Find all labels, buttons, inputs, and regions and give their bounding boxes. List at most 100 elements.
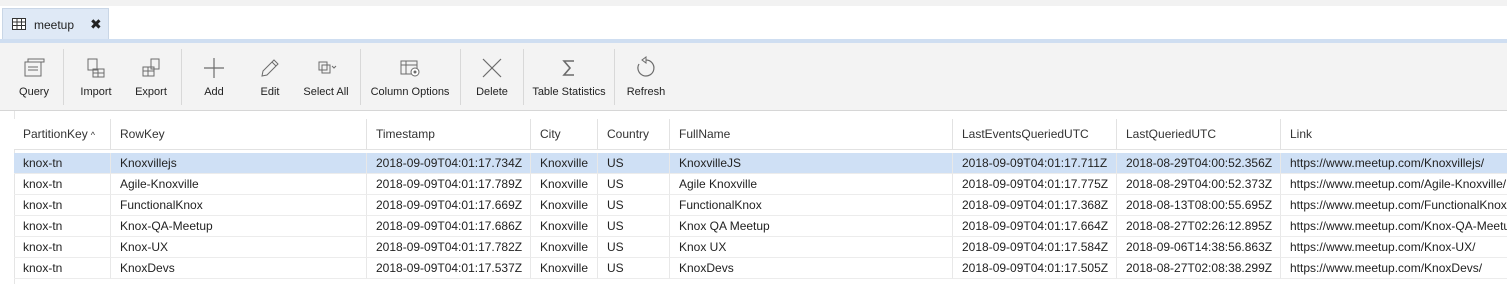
cell-fullname[interactable]: KnoxvilleJS [670,153,953,174]
column-header-city[interactable]: City [531,119,598,149]
table-row[interactable]: knox-tn FunctionalKnox 2018-09-09T04:01:17… [14,195,1507,216]
entity-table: PartitionKey ^ RowKey Timestamp City Coun… [0,111,1507,284]
cell-city[interactable]: Knoxville [531,195,598,216]
row-gutter [0,111,15,284]
cell-timestamp[interactable]: 2018-09-09T04:01:17.789Z [367,174,531,195]
toolbar-separator [181,49,182,105]
cell-lasteventsqueriedutc[interactable]: 2018-09-09T04:01:17.505Z [953,258,1117,279]
table-icon [12,18,26,33]
cell-rowkey[interactable]: Knoxvillejs [111,153,367,174]
refresh-icon [637,56,655,77]
cell-country[interactable]: US [598,216,670,237]
table-row[interactable]: knox-tn Agile-Knoxville 2018-09-09T04:01:1… [14,174,1507,195]
cell-partitionkey[interactable]: knox-tn [14,195,111,216]
cell-link[interactable]: https://www.meetup.com/KnoxDevs/ [1281,258,1507,279]
export-icon [142,58,160,77]
delete-button[interactable]: Delete [470,43,514,111]
add-label: Add [204,86,224,98]
toolbar-separator [614,49,615,105]
table-statistics-button[interactable]: Table Statistics [532,43,606,111]
cell-fullname[interactable]: FunctionalKnox [670,195,953,216]
cell-country[interactable]: US [598,258,670,279]
column-options-label: Column Options [370,86,450,98]
table-row[interactable]: knox-tn Knox-QA-Meetup 2018-09-09T04:01:17… [14,216,1507,237]
edit-button[interactable]: Edit [248,43,292,111]
cell-lasteventsqueriedutc[interactable]: 2018-09-09T04:01:17.711Z [953,153,1117,174]
export-label: Export [135,86,167,98]
cell-link[interactable]: https://www.meetup.com/Knox-QA-Meetup/ [1281,216,1507,237]
query-label: Query [19,86,49,98]
cell-lasteventsqueriedutc[interactable]: 2018-09-09T04:01:17.584Z [953,237,1117,258]
cell-timestamp[interactable]: 2018-09-09T04:01:17.734Z [367,153,531,174]
cell-city[interactable]: Knoxville [531,153,598,174]
cell-lasteventsqueriedutc[interactable]: 2018-09-09T04:01:17.775Z [953,174,1117,195]
column-header-link[interactable]: Link [1281,119,1507,149]
cell-partitionkey[interactable]: knox-tn [14,153,111,174]
table-row[interactable]: knox-tn Knoxvillejs 2018-09-09T04:01:17.73… [14,153,1507,174]
cell-timestamp[interactable]: 2018-09-09T04:01:17.782Z [367,237,531,258]
cell-city[interactable]: Knoxville [531,237,598,258]
select-all-button[interactable]: Select All [302,43,350,111]
add-icon [204,58,224,78]
close-icon[interactable]: ✖ [90,16,102,33]
export-button[interactable]: Export [128,43,174,111]
cell-partitionkey[interactable]: knox-tn [14,216,111,237]
table-header: PartitionKey ^ RowKey Timestamp City Coun… [14,119,1507,150]
cell-link[interactable]: https://www.meetup.com/Knox-UX/ [1281,237,1507,258]
cell-timestamp[interactable]: 2018-09-09T04:01:17.537Z [367,258,531,279]
column-options-button[interactable]: Column Options [368,43,452,111]
table-row[interactable]: knox-tn KnoxDevs 2018-09-09T04:01:17.537Z K… [14,258,1507,279]
cell-timestamp[interactable]: 2018-09-09T04:01:17.686Z [367,216,531,237]
cell-city[interactable]: Knoxville [531,174,598,195]
import-label: Import [80,86,112,98]
cell-city[interactable]: Knoxville [531,258,598,279]
edit-label: Edit [260,86,280,98]
column-header-lastqueriedutc[interactable]: LastQueriedUTC [1117,119,1281,149]
cell-link[interactable]: https://www.meetup.com/Agile-Knoxville/ [1281,174,1507,195]
cell-lastqueriedutc[interactable]: 2018-08-13T08:00:55.695Z [1117,195,1281,216]
cell-fullname[interactable]: Agile Knoxville [670,174,953,195]
cell-rowkey[interactable]: Agile-Knoxville [111,174,367,195]
cell-link[interactable]: https://www.meetup.com/FunctionalKnox/ [1281,195,1507,216]
cell-city[interactable]: Knoxville [531,216,598,237]
cell-partitionkey[interactable]: knox-tn [14,174,111,195]
cell-lastqueriedutc[interactable]: 2018-08-27T02:08:38.299Z [1117,258,1281,279]
query-button[interactable]: Query [12,43,56,111]
column-header-rowkey[interactable]: RowKey [111,119,367,149]
cell-fullname[interactable]: KnoxDevs [670,258,953,279]
cell-fullname[interactable]: Knox UX [670,237,953,258]
cell-timestamp[interactable]: 2018-09-09T04:01:17.669Z [367,195,531,216]
cell-partitionkey[interactable]: knox-tn [14,258,111,279]
table-row[interactable]: knox-tn Knox-UX 2018-09-09T04:01:17.782Z Kn… [14,237,1507,258]
column-header-country[interactable]: Country [598,119,670,149]
cell-link[interactable]: https://www.meetup.com/Knoxvillejs/ [1281,153,1507,174]
cell-lastqueriedutc[interactable]: 2018-09-06T14:38:56.863Z [1117,237,1281,258]
cell-lasteventsqueriedutc[interactable]: 2018-09-09T04:01:17.664Z [953,216,1117,237]
cell-rowkey[interactable]: FunctionalKnox [111,195,367,216]
cell-country[interactable]: US [598,174,670,195]
add-button[interactable]: Add [192,43,236,111]
cell-lastqueriedutc[interactable]: 2018-08-29T04:00:52.356Z [1117,153,1281,174]
cell-rowkey[interactable]: KnoxDevs [111,258,367,279]
cell-country[interactable]: US [598,237,670,258]
column-header-fullname[interactable]: FullName [670,119,953,149]
cell-rowkey[interactable]: Knox-UX [111,237,367,258]
cell-fullname[interactable]: Knox QA Meetup [670,216,953,237]
column-header-lasteventsqueriedutc[interactable]: LastEventsQueriedUTC [953,119,1117,149]
tab-meetup[interactable]: meetup ✖ [2,8,109,40]
select-all-label: Select All [303,86,349,98]
cell-lastqueriedutc[interactable]: 2018-08-29T04:00:52.373Z [1117,174,1281,195]
refresh-button[interactable]: Refresh [624,43,668,111]
column-header-timestamp[interactable]: Timestamp [367,119,531,149]
cell-country[interactable]: US [598,153,670,174]
import-icon [87,58,105,78]
cell-country[interactable]: US [598,195,670,216]
cell-lastqueriedutc[interactable]: 2018-08-27T02:26:12.895Z [1117,216,1281,237]
cell-rowkey[interactable]: Knox-QA-Meetup [111,216,367,237]
toolbar: Query Import Export Add Edit Select All … [0,43,1507,111]
cell-lasteventsqueriedutc[interactable]: 2018-09-09T04:01:17.368Z [953,195,1117,216]
refresh-label: Refresh [626,86,666,98]
import-button[interactable]: Import [72,43,120,111]
cell-partitionkey[interactable]: knox-tn [14,237,111,258]
column-header-partitionkey[interactable]: PartitionKey ^ [14,119,111,149]
